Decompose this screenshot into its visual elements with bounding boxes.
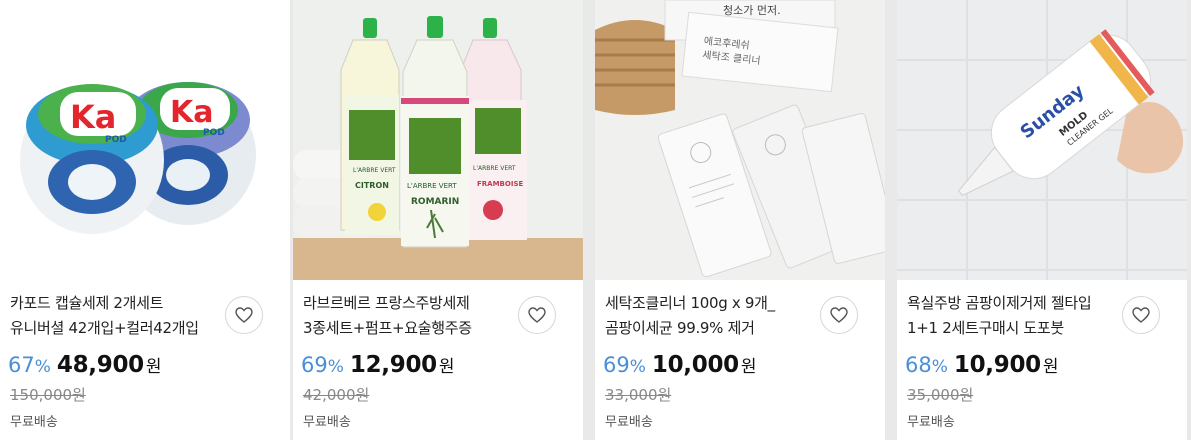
- price-row: 68% 10,900 원: [905, 352, 1059, 382]
- svg-text:L'ARBRE VERT: L'ARBRE VERT: [353, 167, 396, 174]
- currency-unit: 원: [1042, 357, 1059, 377]
- product-title[interactable]: 세탁조클리너 100g x 9개_곰팡이세균 99.9% 제거: [605, 291, 810, 341]
- product-title[interactable]: 라브르베르 프랑스주방세제 3종세트+펌프+요술행주증: [303, 291, 508, 341]
- dish-soap-bottles-image[interactable]: L'ARBRE VERT CITRON L'ARBRE VERT FRAMBOI…: [293, 0, 583, 280]
- shipping-info: 무료배송: [10, 415, 58, 430]
- svg-text:ROMARIN: ROMARIN: [411, 197, 459, 207]
- price-row: 69% 10,000 원: [603, 352, 757, 382]
- wishlist-heart-button[interactable]: [820, 296, 858, 334]
- product-card[interactable]: Ka POD Ka POD 카포드 캡슐세제 2개세트 유니버셜 42개입+컬러…: [0, 0, 290, 440]
- currency-unit: 원: [145, 357, 162, 377]
- original-price: 35,000원: [907, 386, 974, 404]
- discount-rate: 69%: [301, 353, 344, 377]
- heart-icon: [235, 307, 253, 323]
- svg-text:FRAMBOISE: FRAMBOISE: [477, 180, 523, 188]
- svg-text:청소가 먼저.: 청소가 먼저.: [723, 4, 781, 17]
- product-title[interactable]: 카포드 캡슐세제 2개세트 유니버셜 42개입+컬러42개입: [10, 291, 215, 341]
- svg-text:L'ARBRE VERT: L'ARBRE VERT: [407, 182, 457, 190]
- shipping-info: 무료배송: [907, 415, 955, 430]
- sale-price: 10,900: [953, 352, 1041, 378]
- wishlist-heart-button[interactable]: [1122, 296, 1160, 334]
- washer-cleaner-packets-image[interactable]: 청소가 먼저. 에코후레쉬 세탁조 클리너: [595, 0, 885, 280]
- shipping-info: 무료배송: [605, 415, 653, 430]
- shipping-info: 무료배송: [303, 415, 351, 430]
- mold-gel-tube-image[interactable]: Sunday MOLD CLEANER GEL: [897, 0, 1187, 280]
- currency-unit: 원: [740, 357, 757, 377]
- original-price: 33,000원: [605, 386, 672, 404]
- sale-price: 48,900: [56, 352, 144, 378]
- product-card[interactable]: L'ARBRE VERT CITRON L'ARBRE VERT FRAMBOI…: [293, 0, 583, 440]
- svg-text:POD: POD: [105, 135, 127, 145]
- svg-text:POD: POD: [203, 128, 225, 138]
- heart-icon: [1132, 307, 1150, 323]
- svg-text:L'ARBRE VERT: L'ARBRE VERT: [473, 165, 516, 172]
- ka-logo-text: Ka: [70, 98, 116, 136]
- original-price: 42,000원: [303, 386, 370, 404]
- discount-rate: 68%: [905, 353, 948, 377]
- heart-icon: [528, 307, 546, 323]
- price-row: 69% 12,900 원: [301, 352, 455, 382]
- heart-icon: [830, 307, 848, 323]
- svg-text:CITRON: CITRON: [355, 181, 389, 190]
- product-card[interactable]: 청소가 먼저. 에코후레쉬 세탁조 클리너 세탁조클리너 100g x 9개_곰…: [595, 0, 885, 440]
- product-title[interactable]: 욕실주방 곰팡이제거제 젤타입 1+1 2세트구매시 도포붓: [907, 291, 1112, 341]
- ka-logo-text: Ka: [170, 95, 214, 130]
- discount-rate: 69%: [603, 353, 646, 377]
- sale-price: 12,900: [349, 352, 437, 378]
- price-row: 67% 48,900 원: [8, 352, 162, 382]
- product-grid: Ka POD Ka POD 카포드 캡슐세제 2개세트 유니버셜 42개입+컬러…: [0, 0, 1191, 440]
- discount-rate: 67%: [8, 353, 51, 377]
- product-card[interactable]: Sunday MOLD CLEANER GEL 욕실주방 곰팡이제거제 젤타입 …: [897, 0, 1187, 440]
- laundry-capsule-tubs-image[interactable]: Ka POD Ka POD: [0, 0, 290, 280]
- original-price: 150,000원: [10, 386, 86, 404]
- currency-unit: 원: [438, 357, 455, 377]
- sale-price: 10,000: [651, 352, 739, 378]
- wishlist-heart-button[interactable]: [225, 296, 263, 334]
- wishlist-heart-button[interactable]: [518, 296, 556, 334]
